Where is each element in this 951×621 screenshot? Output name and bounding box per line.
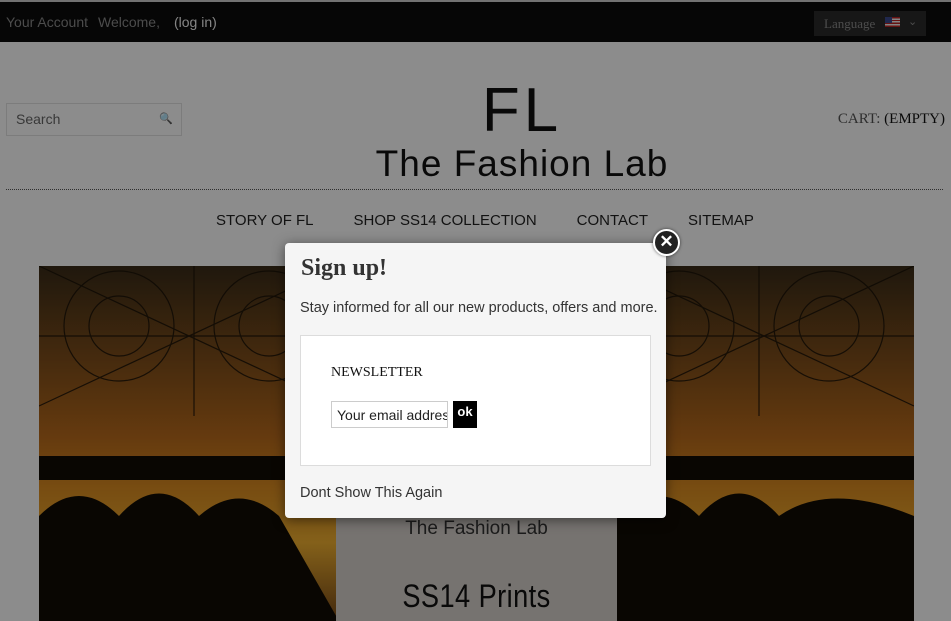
modal-title: Sign up! (301, 255, 388, 281)
ok-button[interactable]: ok (453, 401, 477, 428)
modal-description: Stay informed for all our new products, … (300, 300, 658, 316)
dont-show-again-link[interactable]: Dont Show This Again (300, 485, 442, 501)
close-icon[interactable]: ✕ (653, 229, 680, 256)
email-field[interactable] (331, 401, 448, 428)
newsletter-label: NEWSLETTER (331, 365, 423, 380)
signup-modal: Sign up! Stay informed for all our new p… (285, 243, 666, 518)
newsletter-box: NEWSLETTER ok (300, 335, 651, 466)
